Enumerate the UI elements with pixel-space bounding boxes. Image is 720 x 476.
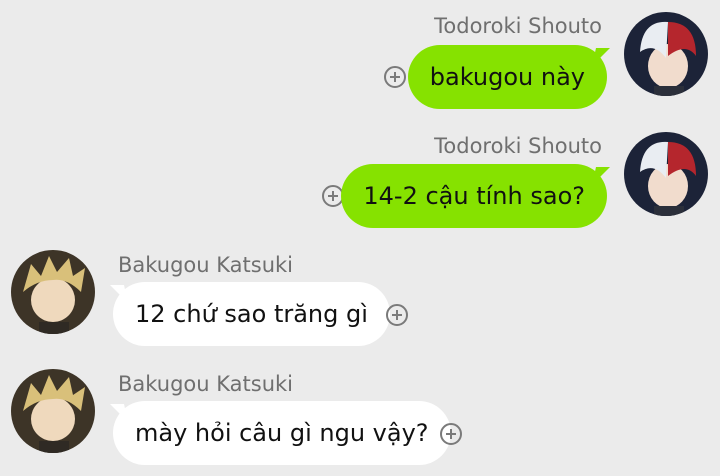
sender-name: Todoroki Shouto xyxy=(434,14,602,38)
message-bubble[interactable]: 12 chứ sao trăng gì xyxy=(113,282,390,346)
avatar-todoroki[interactable] xyxy=(624,132,708,216)
sender-name: Bakugou Katsuki xyxy=(118,372,294,396)
add-reaction-icon[interactable] xyxy=(384,66,406,88)
sender-name: Todoroki Shouto xyxy=(434,134,602,158)
sender-name: Bakugou Katsuki xyxy=(118,253,294,277)
add-reaction-icon[interactable] xyxy=(440,423,462,445)
avatar-bakugou[interactable] xyxy=(11,250,95,334)
message-bubble[interactable]: 14-2 cậu tính sao? xyxy=(341,164,607,228)
message-bubble[interactable]: mày hỏi câu gì ngu vậy? xyxy=(113,401,451,465)
avatar-todoroki[interactable] xyxy=(624,12,708,96)
message-bubble[interactable]: bakugou này xyxy=(407,45,607,109)
avatar-bakugou[interactable] xyxy=(11,369,95,453)
add-reaction-icon[interactable] xyxy=(386,304,408,326)
